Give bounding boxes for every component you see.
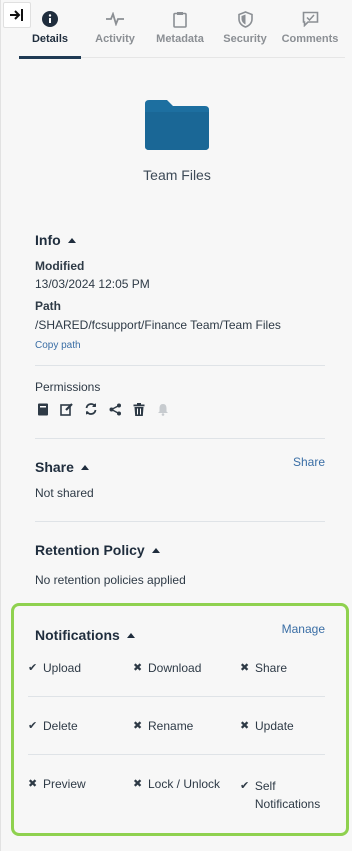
caret-up-icon bbox=[126, 632, 135, 638]
trash-icon bbox=[131, 401, 147, 417]
notification-download: ✖ Download bbox=[133, 661, 201, 675]
retention-heading-label: Retention Policy bbox=[35, 542, 145, 558]
tab-label: Security bbox=[223, 33, 267, 45]
tab-details[interactable]: Details bbox=[19, 0, 81, 59]
notification-label: Upload bbox=[43, 661, 82, 675]
check-icon: ✔ bbox=[28, 720, 38, 732]
retention-heading[interactable]: Retention Policy bbox=[35, 542, 325, 558]
caret-up-icon bbox=[80, 464, 89, 470]
permissions-icons bbox=[35, 401, 325, 417]
permissions-label: Permissions bbox=[35, 380, 101, 394]
shield-icon bbox=[237, 9, 253, 29]
notification-label: Self Notifications bbox=[254, 779, 321, 811]
cross-icon: ✖ bbox=[133, 662, 143, 674]
folder-icon bbox=[145, 100, 209, 150]
tab-label: Comments bbox=[281, 33, 339, 45]
modified-value: 13/03/2024 12:05 PM bbox=[35, 277, 150, 291]
cross-icon: ✖ bbox=[28, 778, 38, 790]
share-action-link[interactable]: Share bbox=[293, 455, 325, 469]
tab-security[interactable]: Security bbox=[214, 0, 276, 58]
retention-status: No retention policies applied bbox=[35, 573, 186, 587]
notification-update: ✖ Update bbox=[240, 719, 294, 733]
notification-preview: ✖ Preview bbox=[28, 777, 86, 791]
share-status: Not shared bbox=[35, 486, 94, 500]
share-section: Share Share bbox=[35, 455, 325, 475]
share-heading[interactable]: Share bbox=[35, 459, 325, 475]
edit-icon bbox=[59, 401, 75, 417]
copy-path-link[interactable]: Copy path bbox=[35, 340, 325, 351]
cross-icon: ✖ bbox=[240, 720, 250, 732]
tab-activity[interactable]: Activity bbox=[84, 0, 146, 58]
notification-share: ✖ Share bbox=[240, 661, 287, 675]
manage-notifications-link[interactable]: Manage bbox=[282, 622, 325, 636]
notification-label: Preview bbox=[43, 777, 86, 791]
cross-icon: ✖ bbox=[133, 778, 143, 790]
info-section: Info bbox=[35, 232, 325, 248]
share-heading-label: Share bbox=[35, 459, 74, 475]
divider bbox=[28, 754, 325, 755]
notification-delete: ✔ Delete bbox=[28, 719, 78, 733]
notification-rename: ✖ Rename bbox=[133, 719, 193, 733]
notification-label: Rename bbox=[148, 719, 194, 733]
notifications-section: Notifications Manage bbox=[35, 622, 325, 643]
notification-upload: ✔ Upload bbox=[28, 661, 81, 675]
info-heading-label: Info bbox=[35, 232, 61, 248]
path-label: Path bbox=[35, 299, 62, 313]
check-icon: ✔ bbox=[28, 662, 38, 674]
tab-label: Activity bbox=[95, 33, 135, 45]
share-icon bbox=[107, 401, 123, 417]
notification-label: Share bbox=[255, 661, 288, 675]
notification-label: Update bbox=[255, 719, 294, 733]
modified-label: Modified bbox=[35, 259, 85, 273]
tab-comments[interactable]: Comments bbox=[279, 0, 341, 58]
path-value: /SHARED/fcsupport/Finance Team/Team File… bbox=[35, 318, 281, 332]
retention-section: Retention Policy bbox=[35, 542, 325, 558]
divider bbox=[35, 521, 325, 522]
details-panel: Details Activity Metadata Security Comme… bbox=[0, 0, 352, 851]
folder-name: Team Files bbox=[143, 167, 211, 183]
tab-metadata[interactable]: Metadata bbox=[149, 0, 211, 58]
book-icon bbox=[35, 401, 51, 417]
caret-up-icon bbox=[151, 547, 160, 553]
check-icon: ✔ bbox=[240, 780, 250, 792]
cross-icon: ✖ bbox=[240, 662, 250, 674]
notification-label: Delete bbox=[43, 719, 78, 733]
comment-icon bbox=[302, 9, 319, 29]
info-icon bbox=[42, 9, 58, 29]
notification-label: Lock / Unlock bbox=[148, 777, 221, 791]
notification-self-notifications: ✔ Self Notifications bbox=[240, 777, 330, 813]
caret-up-icon bbox=[67, 237, 76, 243]
folder-preview bbox=[1, 100, 352, 155]
tab-bar: Details Activity Metadata Security Comme… bbox=[19, 0, 345, 59]
divider bbox=[35, 438, 325, 439]
tab-label: Metadata bbox=[156, 33, 204, 45]
clipboard-icon bbox=[173, 9, 187, 29]
tab-label: Details bbox=[31, 33, 69, 45]
bell-icon bbox=[155, 401, 171, 417]
divider bbox=[28, 696, 325, 697]
sync-icon bbox=[83, 401, 99, 417]
activity-icon bbox=[105, 9, 125, 29]
notification-label: Download bbox=[148, 661, 202, 675]
notifications-heading-label: Notifications bbox=[35, 627, 120, 643]
divider bbox=[35, 365, 325, 366]
cross-icon: ✖ bbox=[133, 720, 143, 732]
notification-lock-unlock: ✖ Lock / Unlock bbox=[133, 777, 220, 791]
info-heading[interactable]: Info bbox=[35, 232, 325, 248]
